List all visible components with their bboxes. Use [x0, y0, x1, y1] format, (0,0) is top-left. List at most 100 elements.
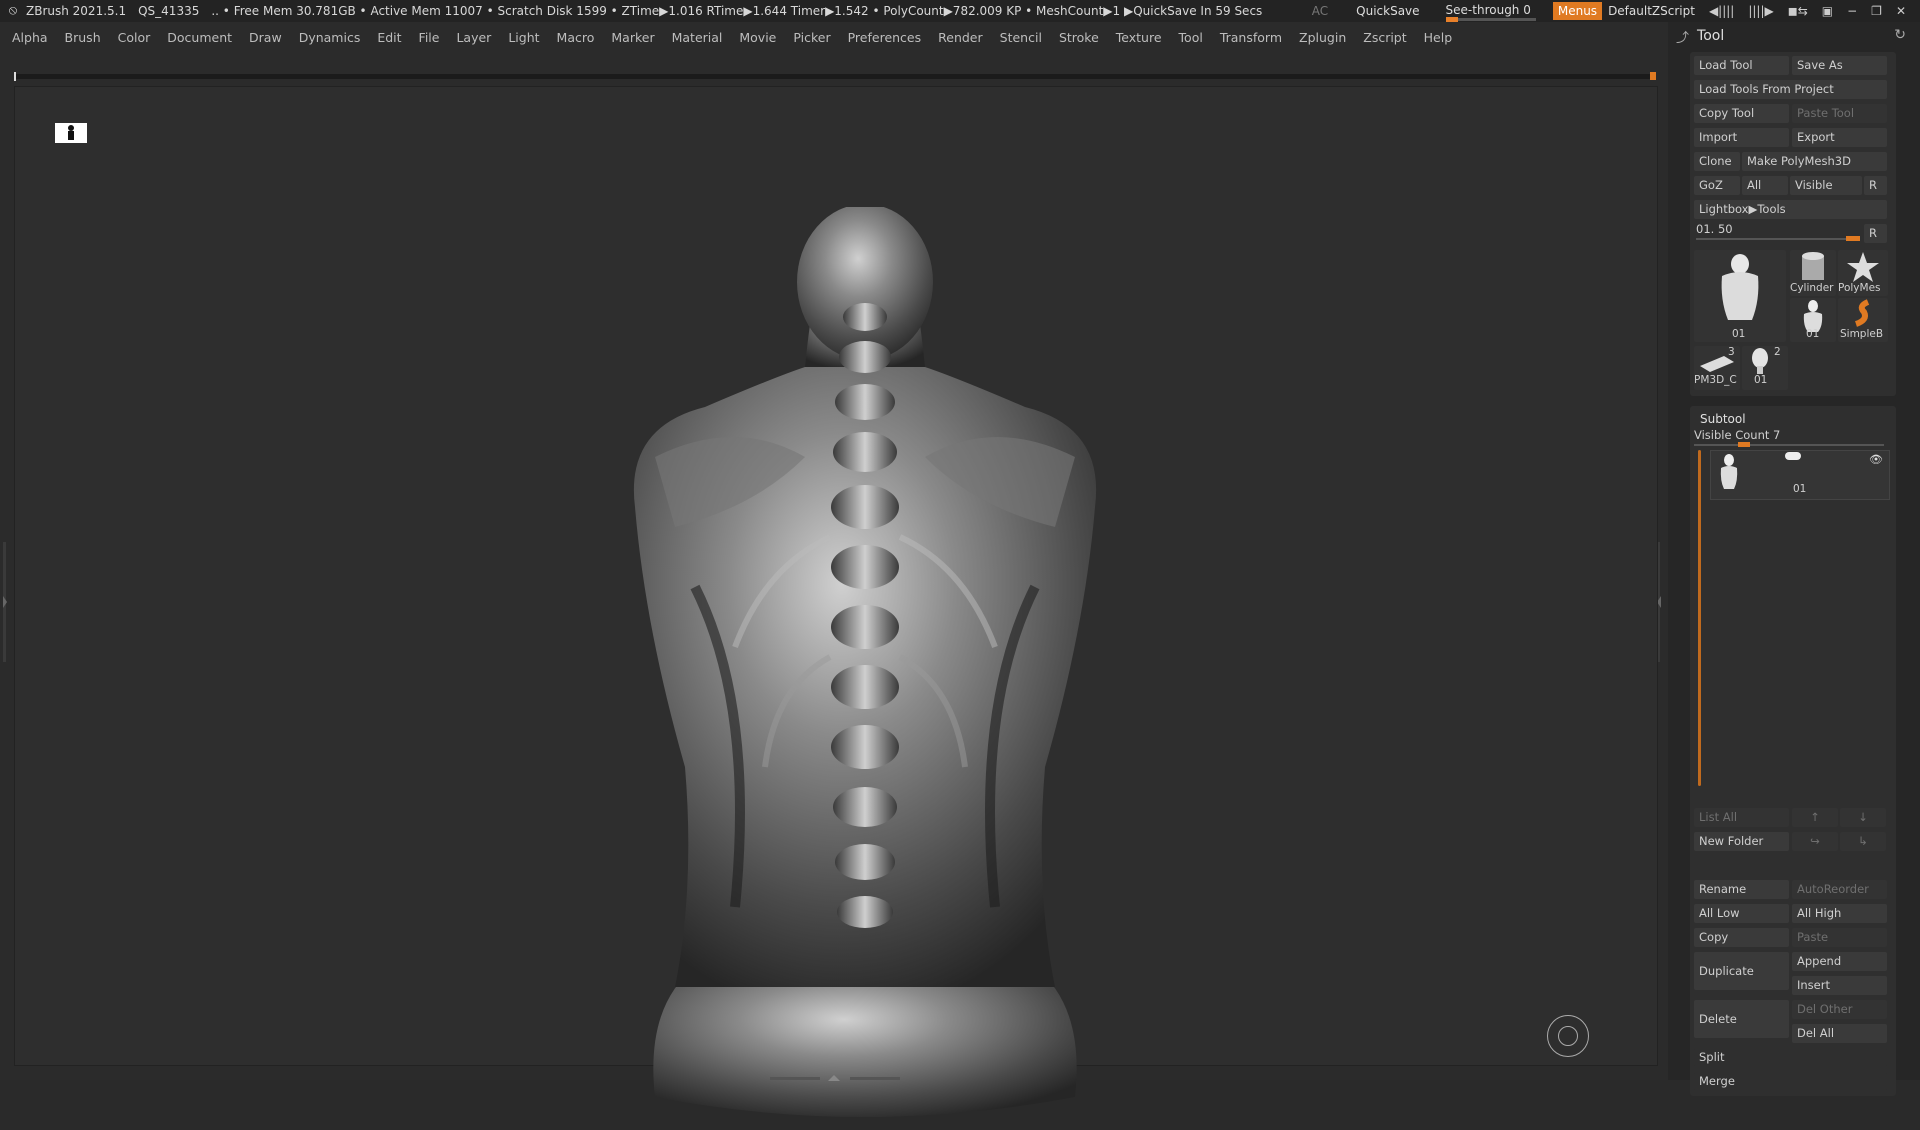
layout-next-icon[interactable]: ||||▶: [1748, 4, 1773, 18]
menu-marker[interactable]: Marker: [611, 30, 654, 45]
paste-subtool-button[interactable]: Paste: [1792, 928, 1887, 947]
list-all-button[interactable]: List All: [1694, 808, 1789, 827]
paste-tool-button[interactable]: Paste Tool: [1792, 104, 1887, 123]
goz-r-button[interactable]: R: [1864, 176, 1887, 195]
timeline-ruler[interactable]: [14, 72, 1656, 81]
menu-stroke[interactable]: Stroke: [1059, 30, 1099, 45]
rename-button[interactable]: Rename: [1694, 880, 1789, 899]
simplebrush-tool-thumbnail[interactable]: SimpleB: [1838, 298, 1888, 342]
new-folder-button[interactable]: New Folder: [1694, 832, 1789, 851]
head-tool-thumbnail[interactable]: 2 01: [1742, 346, 1788, 390]
ac-button[interactable]: AC: [1312, 4, 1328, 18]
split-button[interactable]: Split: [1694, 1048, 1887, 1067]
merge-button[interactable]: Merge: [1694, 1072, 1887, 1091]
menu-dynamics[interactable]: Dynamics: [299, 30, 361, 45]
move-down-button[interactable]: ↓: [1840, 808, 1886, 827]
menu-edit[interactable]: Edit: [377, 30, 401, 45]
duplicate-button[interactable]: Duplicate: [1694, 952, 1789, 990]
menu-draw[interactable]: Draw: [249, 30, 282, 45]
timeline-end-marker[interactable]: [1650, 72, 1656, 80]
menu-color[interactable]: Color: [118, 30, 151, 45]
menu-transform[interactable]: Transform: [1220, 30, 1282, 45]
import-button[interactable]: Import: [1694, 128, 1789, 147]
3d-viewport-canvas[interactable]: [14, 86, 1658, 1117]
small-tool-thumbnail[interactable]: 01: [1790, 298, 1836, 342]
menu-stencil[interactable]: Stencil: [1000, 30, 1042, 45]
menu-tool[interactable]: Tool: [1179, 30, 1203, 45]
subtool-polypaint-icon[interactable]: [1785, 452, 1801, 460]
move-out-folder-button[interactable]: ↳: [1840, 832, 1886, 851]
append-button[interactable]: Append: [1792, 952, 1887, 971]
minimize-icon[interactable]: −: [1847, 4, 1857, 18]
copy-tool-button[interactable]: Copy Tool: [1694, 104, 1789, 123]
goz-button[interactable]: GoZ: [1694, 176, 1740, 195]
timeline-start-marker[interactable]: [14, 72, 16, 81]
menu-alpha[interactable]: Alpha: [12, 30, 48, 45]
menu-zscript[interactable]: Zscript: [1363, 30, 1406, 45]
make-polymesh3d-button[interactable]: Make PolyMesh3D: [1742, 152, 1887, 171]
layout-prev-icon[interactable]: ◀||||: [1709, 4, 1734, 18]
insert-button[interactable]: Insert: [1792, 976, 1887, 995]
clone-button[interactable]: Clone: [1694, 152, 1740, 171]
bottom-tray-handle[interactable]: [770, 1072, 900, 1081]
del-other-button[interactable]: Del Other: [1792, 1000, 1887, 1019]
move-up-button[interactable]: ↑: [1792, 808, 1838, 827]
palette-reset-icon[interactable]: ↻: [1894, 27, 1906, 43]
tool-slider-track[interactable]: [1696, 236, 1860, 241]
title-bar: ⦸ ZBrush 2021.5.1 QS_41335 .. • Free Mem…: [0, 0, 1920, 22]
tool-palette-header[interactable]: ⤴ Tool ↻: [1668, 22, 1920, 50]
current-tool-thumbnail[interactable]: 01: [1694, 250, 1786, 342]
cylinder-tool-thumbnail[interactable]: Cylinder: [1790, 250, 1836, 296]
save-as-button[interactable]: Save As: [1792, 56, 1887, 75]
menu-brush[interactable]: Brush: [65, 30, 101, 45]
goz-all-button[interactable]: All: [1742, 176, 1788, 195]
interface-swap-icon[interactable]: ◼⇆: [1788, 4, 1808, 18]
load-tool-button[interactable]: Load Tool: [1694, 56, 1789, 75]
quicksave-button[interactable]: QuickSave: [1356, 4, 1419, 18]
subtool-title[interactable]: Subtool: [1690, 412, 1746, 426]
subtool-scrollbar[interactable]: [1698, 450, 1701, 786]
export-button[interactable]: Export: [1792, 128, 1887, 147]
menu-render[interactable]: Render: [938, 30, 983, 45]
maximize-icon[interactable]: ❐: [1871, 4, 1882, 18]
tool-slider-r-button[interactable]: R: [1864, 224, 1887, 243]
menu-layer[interactable]: Layer: [456, 30, 491, 45]
auto-reorder-button[interactable]: AutoReorder: [1792, 880, 1887, 899]
lightbox-tools-button[interactable]: Lightbox▶Tools: [1694, 200, 1887, 219]
menu-help[interactable]: Help: [1424, 30, 1453, 45]
tool-slider-value: 01. 50: [1696, 222, 1733, 236]
tool-pin-icon[interactable]: ⤴: [1676, 27, 1689, 46]
menu-light[interactable]: Light: [508, 30, 539, 45]
menu-zplugin[interactable]: Zplugin: [1299, 30, 1346, 45]
menu-picker[interactable]: Picker: [793, 30, 830, 45]
menu-document[interactable]: Document: [167, 30, 232, 45]
floor-figure-icon[interactable]: [55, 123, 87, 143]
menu-texture[interactable]: Texture: [1116, 30, 1162, 45]
all-low-button[interactable]: All Low: [1694, 904, 1789, 923]
load-tools-from-project-button[interactable]: Load Tools From Project: [1694, 80, 1887, 99]
subtool-item[interactable]: 👁 01: [1710, 450, 1890, 500]
all-high-button[interactable]: All High: [1792, 904, 1887, 923]
del-all-button[interactable]: Del All: [1792, 1024, 1887, 1043]
copy-subtool-button[interactable]: Copy: [1694, 928, 1789, 947]
default-zscript-button[interactable]: DefaultZScript: [1608, 4, 1695, 18]
polymesh-tool-thumbnail[interactable]: PolyMes: [1838, 250, 1888, 296]
menu-movie[interactable]: Movie: [739, 30, 776, 45]
left-tray-handle[interactable]: [2, 542, 8, 662]
pm3d-tool-thumbnail[interactable]: 3 PM3D_C: [1694, 346, 1740, 390]
subtool-visibility-icon[interactable]: 👁: [1869, 453, 1883, 466]
delete-button[interactable]: Delete: [1694, 1000, 1789, 1038]
menu-material[interactable]: Material: [672, 30, 723, 45]
visible-count-slider[interactable]: [1694, 442, 1884, 447]
goz-visible-button[interactable]: Visible: [1790, 176, 1862, 195]
menu-preferences[interactable]: Preferences: [848, 30, 922, 45]
menus-toggle[interactable]: Menus: [1552, 2, 1603, 20]
menu-macro[interactable]: Macro: [557, 30, 595, 45]
rotate-gizmo-icon[interactable]: [1547, 1015, 1589, 1057]
see-through-slider[interactable]: See-through 0: [1445, 3, 1536, 22]
see-through-track[interactable]: [1445, 16, 1536, 22]
move-into-folder-button[interactable]: ↪: [1792, 832, 1838, 851]
menu-file[interactable]: File: [419, 30, 440, 45]
window-layout-icon[interactable]: ▣: [1822, 4, 1833, 18]
close-icon[interactable]: ✕: [1896, 4, 1906, 18]
